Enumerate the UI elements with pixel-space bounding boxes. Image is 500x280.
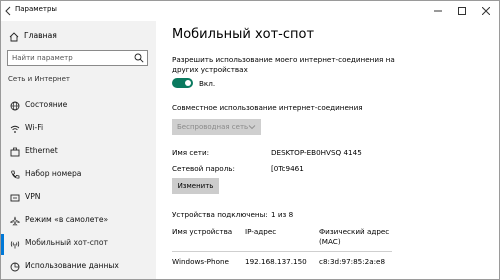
vpn-icon [10,194,20,202]
airplane-icon [10,216,20,226]
dropdown-value: Беспроводная сеть [177,122,249,131]
sidebar-item-label: Мобильный хот-спот [25,238,108,247]
page-title: Мобильный хот-спот [172,27,315,42]
sidebar-item-wifi[interactable]: Wi-Fi [1,118,156,141]
sidebar-item-label: Режим «в самолете» [25,215,109,224]
toggle-state-label: Вкл. [199,79,216,88]
search-placeholder: Найти параметр [12,54,73,62]
password-label: Сетевой пароль: [172,164,235,173]
sidebar-item-label: Главная [24,31,57,40]
network-name-value: DESKTOP-EB0HVSQ 4145 [271,148,362,157]
table-header-ip: IP-адрес [245,227,277,236]
table-divider [172,251,392,252]
device-mac: c8:3d:97:85:2a:e8 [319,257,386,266]
share-description: других устройствах [172,65,248,74]
share-from-dropdown[interactable]: Беспроводная сеть [172,119,261,135]
globe-icon [10,101,20,111]
connected-devices-count: 1 из 8 [271,210,294,219]
sidebar-item-dialup[interactable]: Набор номера [1,164,156,187]
edit-button[interactable]: Изменить [172,178,219,194]
sidebar-item-label: Состояние [25,100,68,109]
maximize-button[interactable] [451,1,473,21]
edit-button-label: Изменить [177,181,214,190]
active-indicator [1,234,4,255]
table-header-mac: Физический адрес [319,227,390,236]
sidebar-item-home[interactable]: Главная [1,27,156,47]
sidebar-item-label: Использование данных [25,261,119,270]
table-header-name: Имя устройства [172,227,233,236]
phone-icon [11,170,20,179]
maximize-icon [458,7,466,15]
minimize-icon [434,10,442,12]
search-icon[interactable] [134,53,144,63]
chevron-down-icon [248,125,256,130]
close-icon [482,7,490,15]
minimize-button[interactable] [427,1,449,21]
hotspot-toggle[interactable] [172,78,193,88]
hotspot-icon [10,241,20,249]
sidebar-item-data-usage[interactable]: Использование данных [1,256,156,279]
sidebar-item-status[interactable]: Состояние [1,95,156,118]
toggle-knob [185,80,191,86]
sidebar-section-title: Сеть и Интернет [8,75,70,83]
table-header-mac: (MAC) [319,237,341,246]
home-icon [9,32,19,42]
window-title: Параметры [15,5,57,13]
device-ip: 192.168.137.150 [245,257,307,266]
share-description: Разрешить использование моего интернет-с… [172,55,395,64]
wifi-icon [10,125,20,133]
sidebar-item-label: VPN [25,192,41,201]
search-input[interactable]: Найти параметр [7,50,148,66]
data-usage-icon [10,262,20,272]
settings-window: Параметры Главная Найти параметр Сеть и … [0,0,500,280]
title-bar: Параметры [1,1,499,21]
sidebar-item-label: Wi-Fi [25,123,44,132]
close-button[interactable] [475,1,497,21]
sidebar-item-label: Ethernet [25,146,58,155]
password-value: [0Tc9461 [271,164,304,173]
back-arrow-icon[interactable] [4,6,12,16]
sidebar-item-airplane[interactable]: Режим «в самолете» [1,210,156,233]
sidebar-item-mobile-hotspot[interactable]: Мобильный хот-спот [1,233,156,256]
network-name-label: Имя сети: [172,148,210,157]
ethernet-icon [10,147,20,157]
sidebar-item-label: Набор номера [25,169,82,178]
share-from-label: Совместное использование интернет-соедин… [172,103,363,112]
sidebar-item-vpn[interactable]: VPN [1,187,156,210]
connected-devices-label: Устройства подключены: [172,210,268,219]
sidebar: Главная Найти параметр Сеть и Интернет С… [1,21,156,279]
main-content: Мобильный хот-спот Разрешить использован… [156,21,499,279]
device-name: Windows-Phone [172,257,229,266]
sidebar-item-ethernet[interactable]: Ethernet [1,141,156,164]
